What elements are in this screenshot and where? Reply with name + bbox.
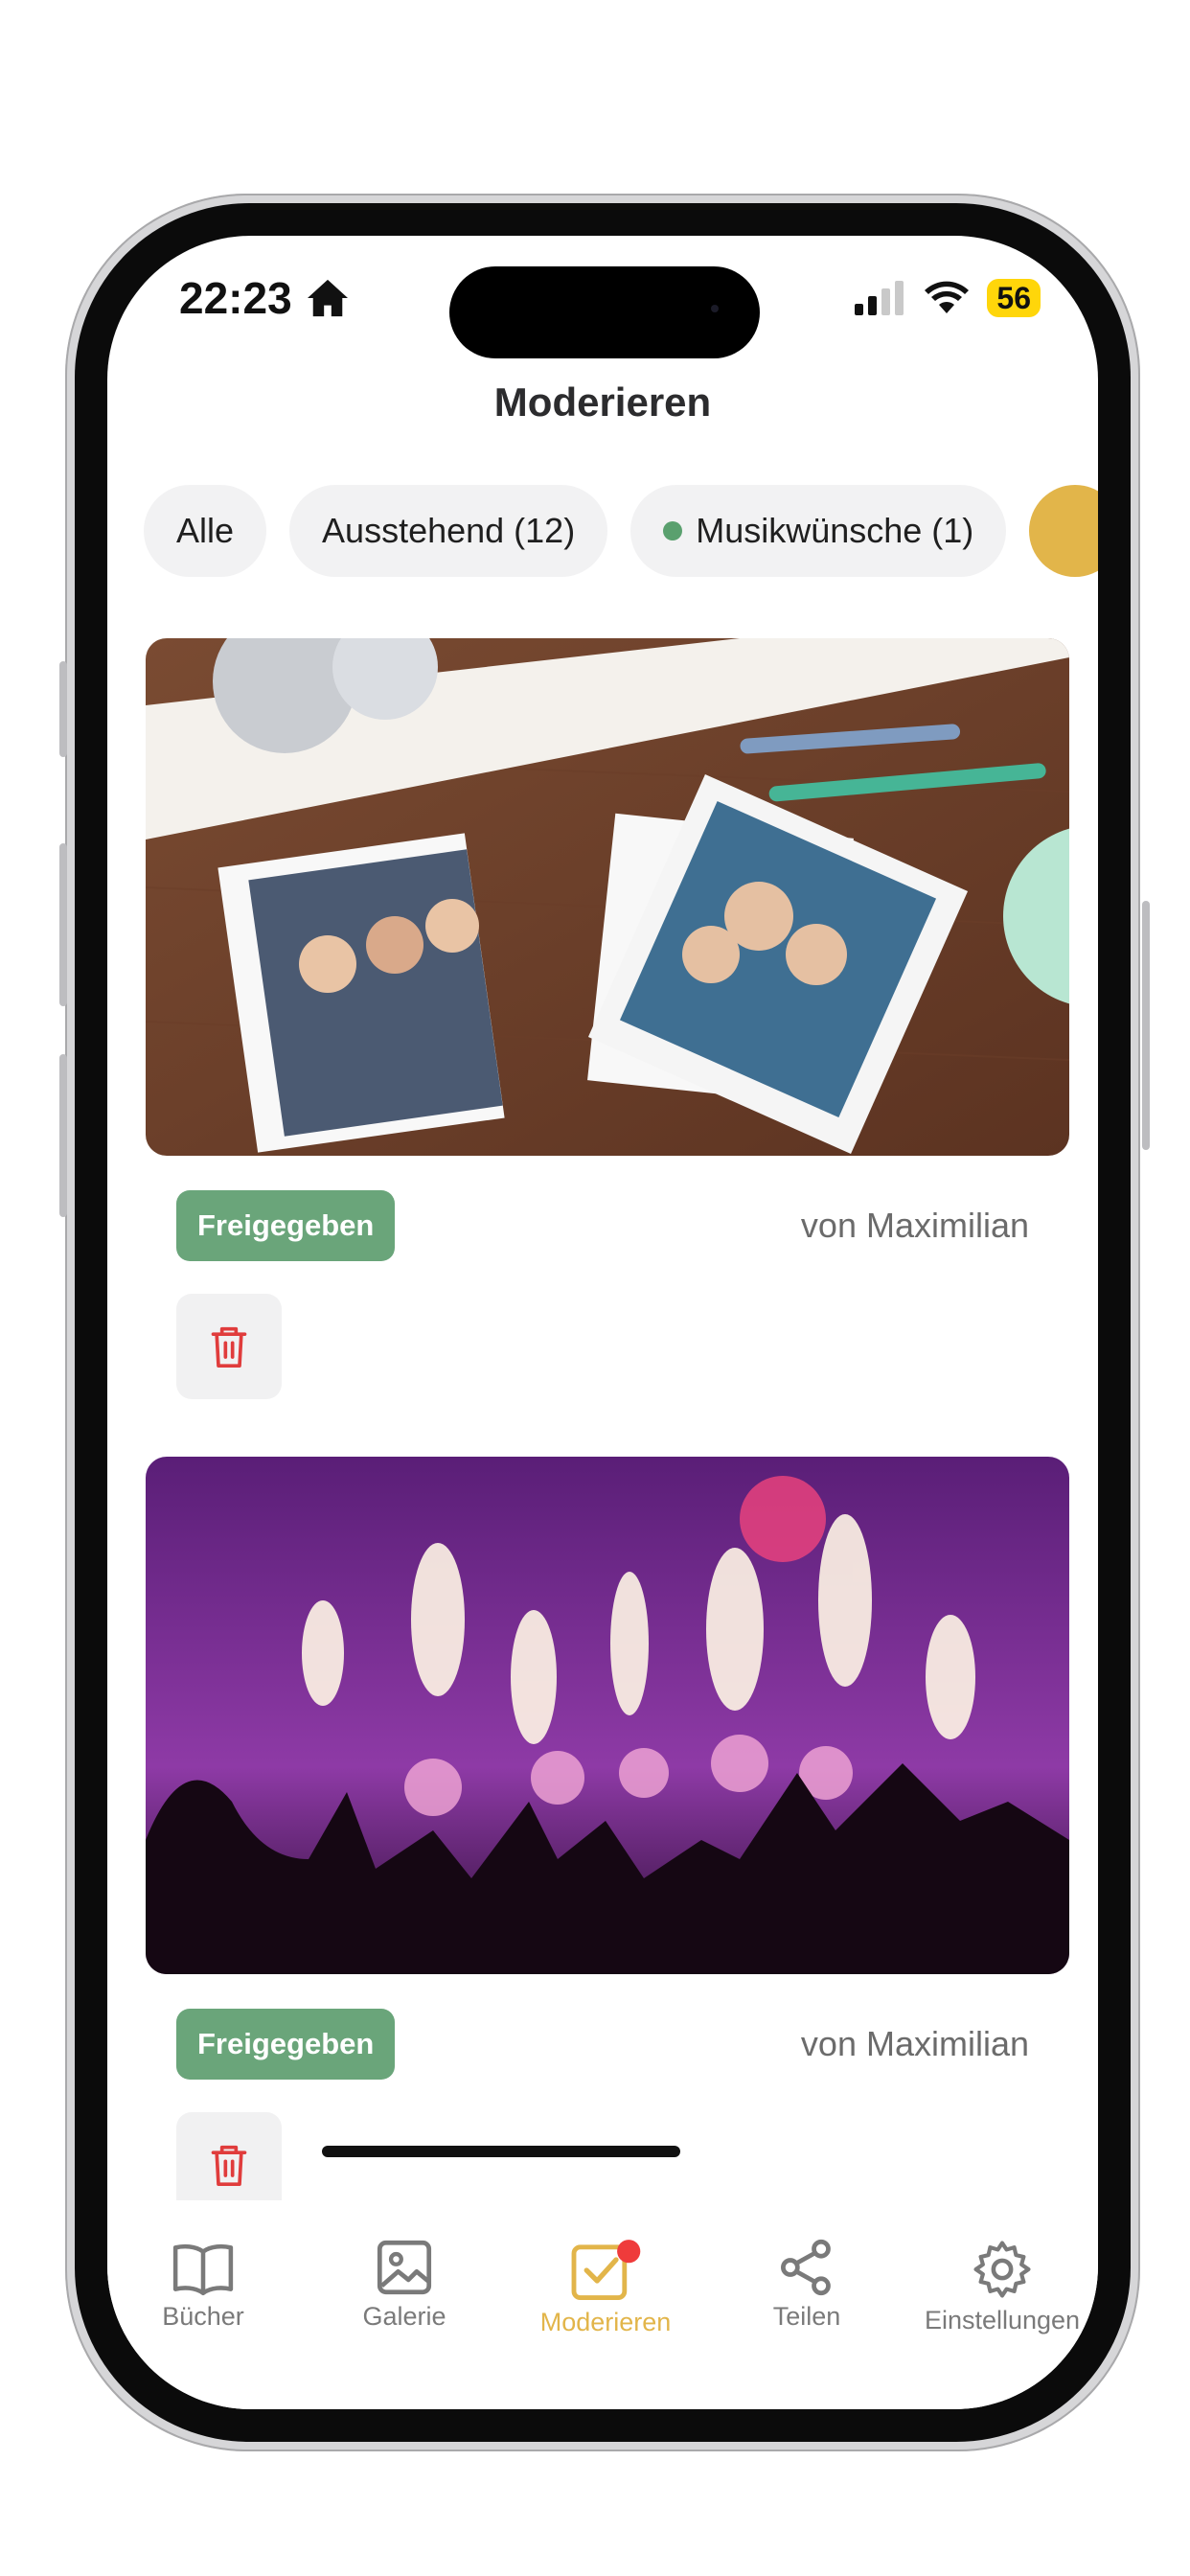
filter-more-chip[interactable] (1029, 485, 1098, 577)
filter-music-requests[interactable]: Musikwünsche (1) (630, 485, 1007, 577)
filter-all[interactable]: Alle (144, 485, 267, 577)
status-badge: Freigegeben (176, 1190, 396, 1261)
volume-down-button (59, 1054, 67, 1217)
filter-chips: Alle Ausstehend (12) Musikwünsche (1) (144, 485, 1098, 577)
trash-icon (211, 1326, 247, 1368)
status-right: 56 (855, 279, 1041, 317)
tab-settings[interactable]: Einstellungen (906, 2239, 1098, 2335)
tab-moderate[interactable]: Moderieren (510, 2239, 701, 2337)
tab-settings-label: Einstellungen (924, 2306, 1081, 2334)
concert-fireworks-image[interactable] (146, 1457, 1069, 1974)
filter-pending[interactable]: Ausstehend (12) (289, 485, 608, 577)
author-label: von Maximilian (800, 1206, 1029, 1245)
delete-button[interactable] (176, 1294, 282, 1399)
camera-dot (711, 305, 719, 312)
volume-up-button (59, 843, 67, 1006)
home-indicator (322, 2146, 680, 2157)
music-status-dot (663, 521, 683, 540)
share-icon (781, 2239, 831, 2296)
tab-books[interactable]: Bücher (107, 2239, 299, 2332)
gallery-icon (377, 2240, 432, 2295)
battery-indicator: 56 (987, 279, 1041, 317)
time-text: 22:23 (179, 273, 292, 323)
gear-icon (973, 2241, 1031, 2298)
cellular-signal-icon (855, 281, 904, 315)
tab-gallery-label: Galerie (362, 2302, 446, 2331)
tab-share-label: Teilen (772, 2302, 841, 2331)
page-title: Moderieren (493, 380, 712, 425)
power-button (1142, 901, 1150, 1150)
birthday-photos-image[interactable] (146, 638, 1069, 1156)
author-label: von Maximilian (800, 2024, 1029, 2063)
wifi-icon (925, 281, 970, 313)
trash-icon (211, 2145, 247, 2186)
tab-bar: Bücher Galerie Moderieren Teilen Einstel… (107, 2200, 1098, 2409)
tab-books-label: Bücher (162, 2302, 244, 2331)
silent-switch (59, 661, 67, 757)
app-screen: 22:23 56 Moderieren Alle Ausstehend (12) (107, 236, 1098, 2409)
tab-share[interactable]: Teilen (711, 2239, 903, 2332)
tab-gallery[interactable]: Galerie (309, 2239, 500, 2332)
dynamic-island (449, 266, 760, 358)
tab-moderate-label: Moderieren (539, 2308, 672, 2336)
home-icon (307, 279, 348, 317)
status-time: 22:23 (179, 272, 350, 324)
filter-music-label: Musikwünsche (1) (696, 511, 974, 550)
filter-all-label: Alle (176, 511, 235, 550)
status-badge: Freigegeben (176, 2009, 396, 2080)
moderate-icon (571, 2240, 641, 2301)
filter-pending-label: Ausstehend (12) (322, 511, 576, 550)
book-icon (172, 2243, 234, 2296)
